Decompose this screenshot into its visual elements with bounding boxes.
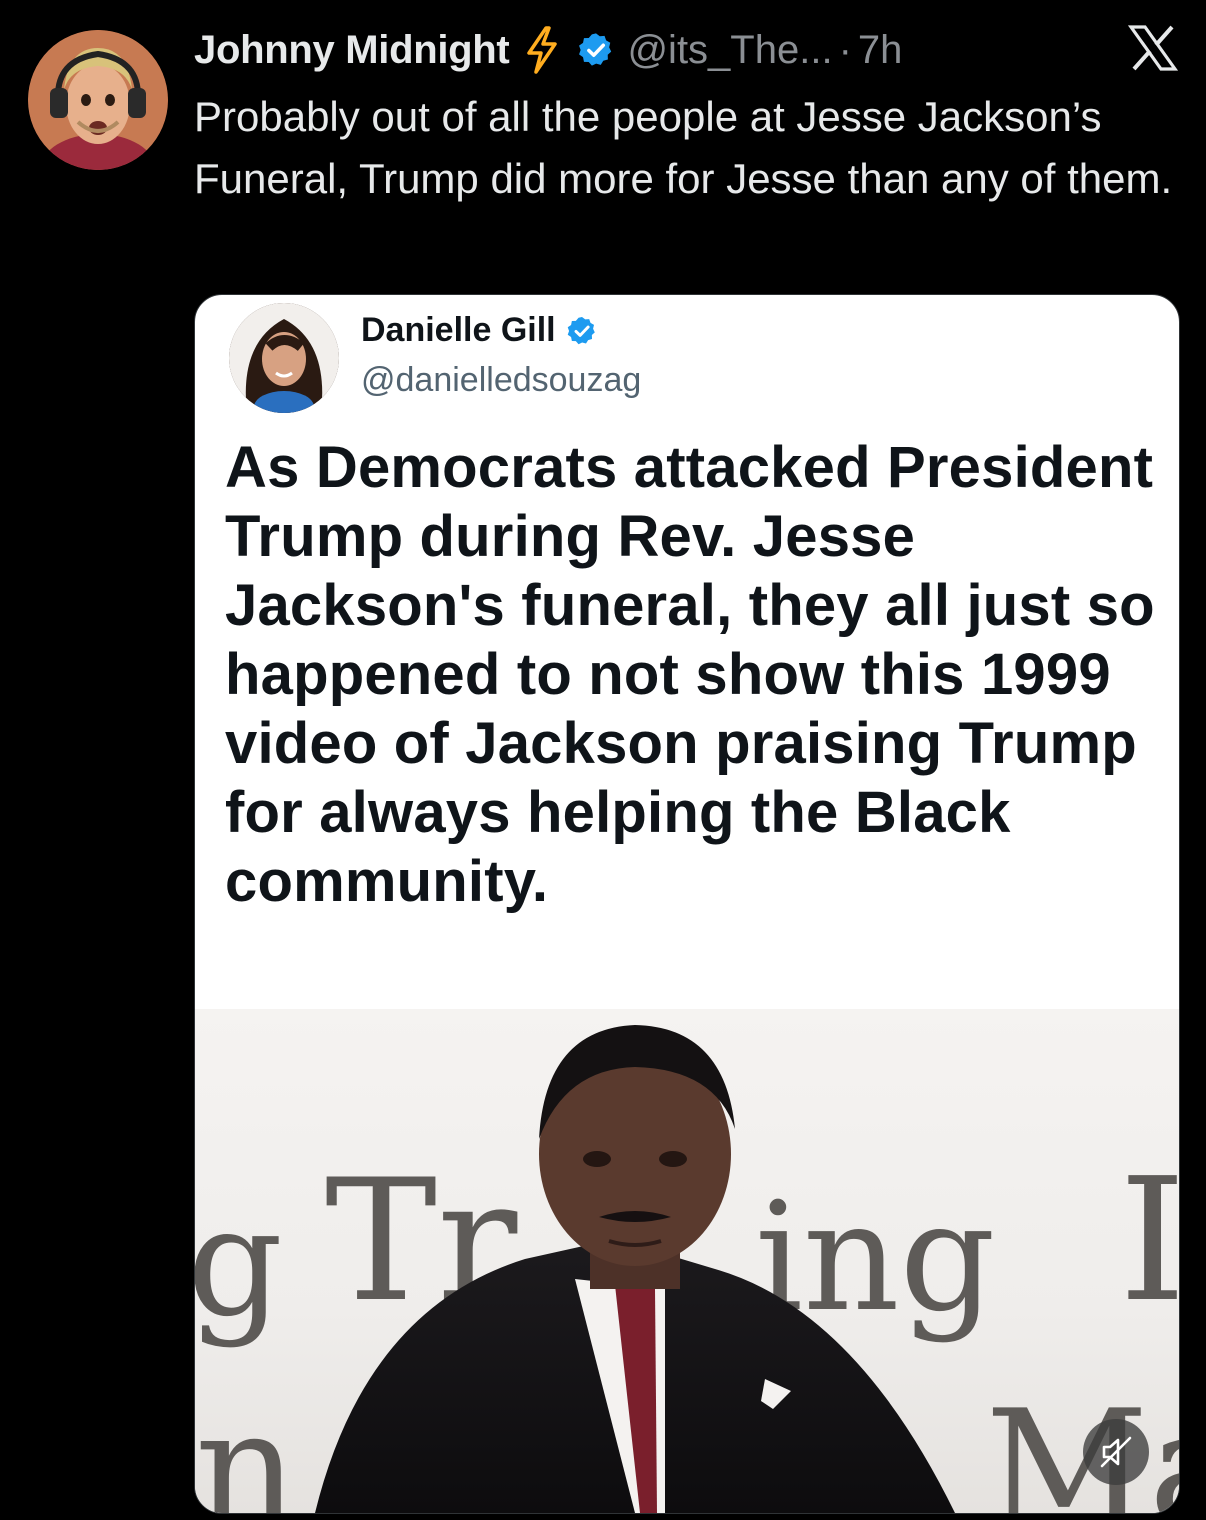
mute-icon [1100,1436,1132,1468]
mute-button[interactable] [1083,1419,1149,1485]
video-player[interactable]: g Tr ing I n Ma [195,1009,1179,1513]
lightning-bolt-icon [525,26,559,74]
video-frame: g Tr ing I n Ma [195,1025,1179,1513]
quoted-author-name-row: Danielle Gill [361,311,598,350]
verified-badge-icon [566,315,598,347]
tweet-header: Johnny Midnight @its_The... · 7h [194,22,1179,78]
verified-badge-icon [577,31,615,69]
backdrop-text-i: I [1119,1142,1179,1340]
backdrop-text-ma: Ma [985,1375,1179,1513]
author-name[interactable]: Johnny Midnight [194,28,510,73]
quoted-tweet-text: As Democrats attacked President Trump du… [225,435,1155,914]
quoted-author-avatar[interactable] [229,303,339,413]
quoted-avatar-illustration [229,303,339,413]
author-avatar[interactable] [28,30,168,170]
quoted-author-name[interactable]: Danielle Gill [361,311,556,350]
avatar-illustration [28,30,168,170]
x-logo-icon[interactable] [1127,24,1179,77]
timestamp[interactable]: 7h [858,28,903,73]
quoted-tweet-card[interactable]: Danielle Gill @danielledsouzag As Democr… [194,294,1180,1514]
quoted-author-handle[interactable]: @danielledsouzag [361,361,641,400]
separator-dot: · [838,27,852,72]
backdrop-text-g: g [195,1176,283,1350]
tweet-text: Probably out of all the people at Jesse … [194,93,1173,202]
backdrop-text-n: n [195,1375,298,1513]
author-handle[interactable]: @its_The... [627,28,832,73]
